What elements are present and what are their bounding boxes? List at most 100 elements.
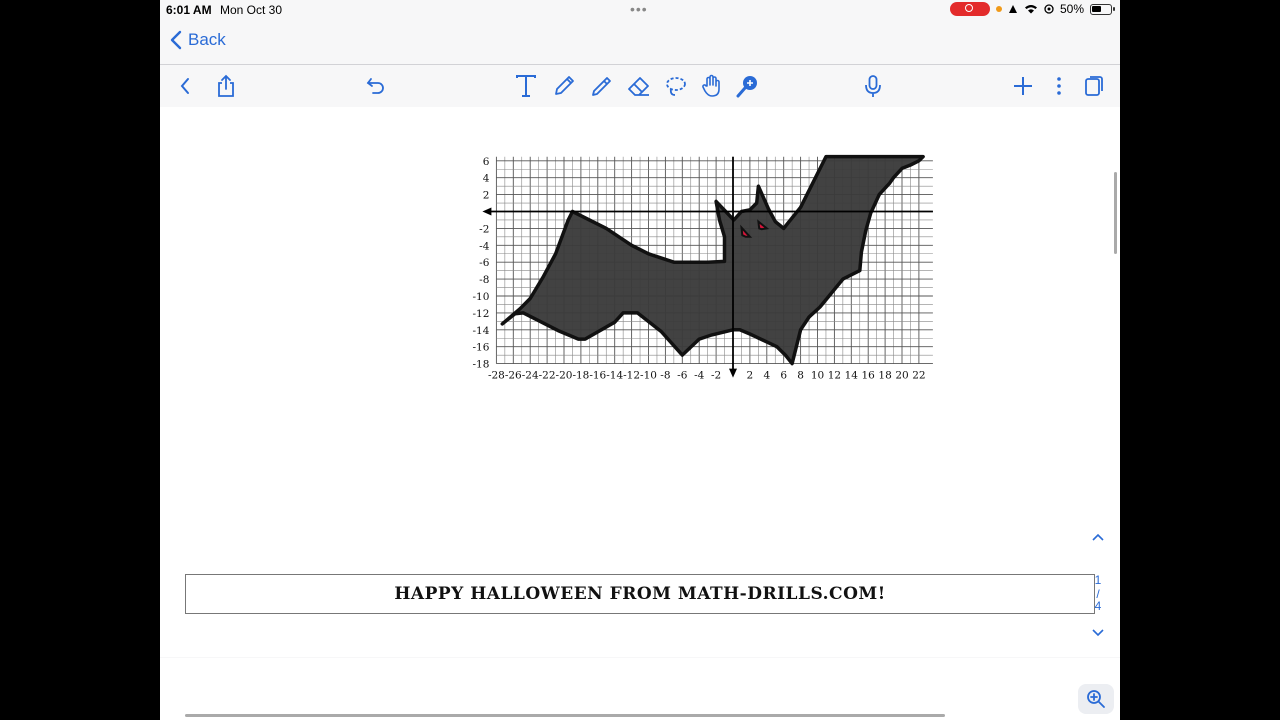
hand-tool-button[interactable] [698,73,726,99]
x-tick-label: 6 [780,370,787,382]
magic-wand-button[interactable] [734,73,762,99]
pages-icon [1085,76,1103,96]
mic-indicator-icon [995,6,1002,12]
lasso-tool-button[interactable] [662,73,690,99]
x-tick-label: -28 [488,370,505,382]
pen-icon [555,76,574,95]
y-tick-label: 2 [483,190,490,202]
status-time: 6:01 AM [166,3,212,17]
hand-icon [702,74,720,97]
add-button[interactable] [1009,73,1037,99]
banner-text: HAPPY HALLOWEEN FROM MATH-DRILLS.COM! [394,584,886,604]
y-tick-label: -4 [479,240,490,252]
x-tick-label: 20 [895,370,908,382]
ipad-screen: 6:01 AM Mon Oct 30 ••• 50% Back -28 -26 … [160,0,1120,720]
share-button[interactable] [212,73,240,99]
undo-button[interactable] [362,73,390,99]
magic-wand-icon [736,76,757,98]
highlighter-icon [592,77,611,96]
battery-percent: 50% [1059,2,1084,16]
y-tick-labels: 6 4 2 -2 -4 -6 -8 -10 -12 -14 -16 -18 [472,156,489,371]
x-tick-label: -16 [589,370,606,382]
x-axis-arrow-icon [482,207,492,216]
horizontal-scrollbar[interactable] [185,714,945,717]
toolbar-back-button[interactable] [171,73,199,99]
eraser-icon [628,77,649,96]
undo-icon [366,78,384,94]
y-tick-label: 6 [483,156,490,168]
chevron-left-icon [170,30,182,50]
chevron-left-icon [180,78,189,94]
y-tick-label: -10 [472,291,489,303]
status-bar: 6:01 AM Mon Oct 30 ••• 50% [160,0,1120,20]
next-page-area [160,658,1120,720]
share-icon [218,74,234,97]
back-button[interactable]: Back [170,30,226,50]
signal-icon [1008,5,1017,13]
document-page[interactable]: -28 -26 -24 -22 -20 -18 -16 -14 -12 -10 -8 -6 -4 -2 2 4… [160,107,1120,657]
battery-icon [1090,3,1115,15]
y-tick-label: -2 [479,223,489,235]
plus-icon [1014,77,1032,95]
x-tick-label: 10 [811,370,824,382]
y-tick-label: -6 [479,257,490,269]
x-tick-label: 16 [862,370,876,382]
y-tick-label: -14 [472,325,489,337]
x-tick-label: -20 [556,370,573,382]
y-axis-arrow-icon [729,368,737,378]
highlighter-tool-button[interactable] [588,73,616,99]
y-tick-label: -12 [472,308,489,320]
x-tick-label: 8 [797,370,804,382]
x-tick-label: -12 [623,370,640,382]
x-tick-label: -18 [572,370,589,382]
y-tick-label: -8 [479,274,489,286]
wifi-icon [1024,5,1037,14]
y-tick-label: -16 [472,342,489,354]
x-tick-label: -10 [640,370,657,382]
x-tick-label: 18 [878,370,891,382]
x-tick-label: -14 [606,370,623,382]
coordinate-graph: -28 -26 -24 -22 -20 -18 -16 -14 -12 -10 -8 -6 -4 -2 2 4… [472,154,933,382]
text-tool-icon [516,75,536,97]
nav-bar: Back [160,22,1120,65]
vertical-scrollbar[interactable] [1114,172,1117,254]
x-tick-label: 12 [828,370,841,382]
back-label: Back [188,30,226,49]
location-icon [1044,4,1054,14]
lasso-icon [666,77,686,96]
microphone-icon [865,75,881,97]
chevron-up-icon[interactable] [1091,532,1105,542]
chevron-down-icon[interactable] [1091,628,1105,638]
x-tick-label: 2 [747,370,754,382]
status-date: Mon Oct 30 [220,3,283,17]
halloween-banner: HAPPY HALLOWEEN FROM MATH-DRILLS.COM! [185,574,1095,614]
page-indicator[interactable]: 1 / 4 [1086,532,1110,642]
annotation-toolbar [160,65,1120,108]
multitask-dots-icon[interactable]: ••• [630,2,648,16]
status-indicators: 50% [949,2,1115,16]
eraser-tool-button[interactable] [625,73,653,99]
x-tick-label: -2 [711,370,721,382]
x-tick-labels: -28 -26 -24 -22 -20 -18 -16 -14 -12 -10 -8 -6 -4 -2 2 4… [488,370,926,382]
text-tool-button[interactable] [512,73,540,99]
more-options-button[interactable] [1045,73,1073,99]
zoom-in-icon [1087,690,1105,708]
x-tick-label: -24 [522,370,539,382]
x-tick-label: 14 [845,370,859,382]
y-tick-label: 4 [483,173,490,185]
x-tick-label: -22 [539,370,556,382]
x-tick-label: -26 [505,370,522,382]
x-tick-label: 22 [912,370,925,382]
screen-record-icon [949,2,990,16]
y-tick-label: -18 [472,359,489,371]
pages-button[interactable] [1080,73,1108,99]
microphone-button[interactable] [859,73,887,99]
current-page: 1 [1094,573,1102,587]
x-tick-label: 4 [763,370,770,382]
more-icon [1057,77,1061,95]
pen-tool-button[interactable] [550,73,578,99]
zoom-button[interactable] [1078,684,1114,714]
total-pages: 4 [1094,599,1102,613]
x-tick-label: -6 [677,370,688,382]
x-tick-label: -8 [660,370,670,382]
